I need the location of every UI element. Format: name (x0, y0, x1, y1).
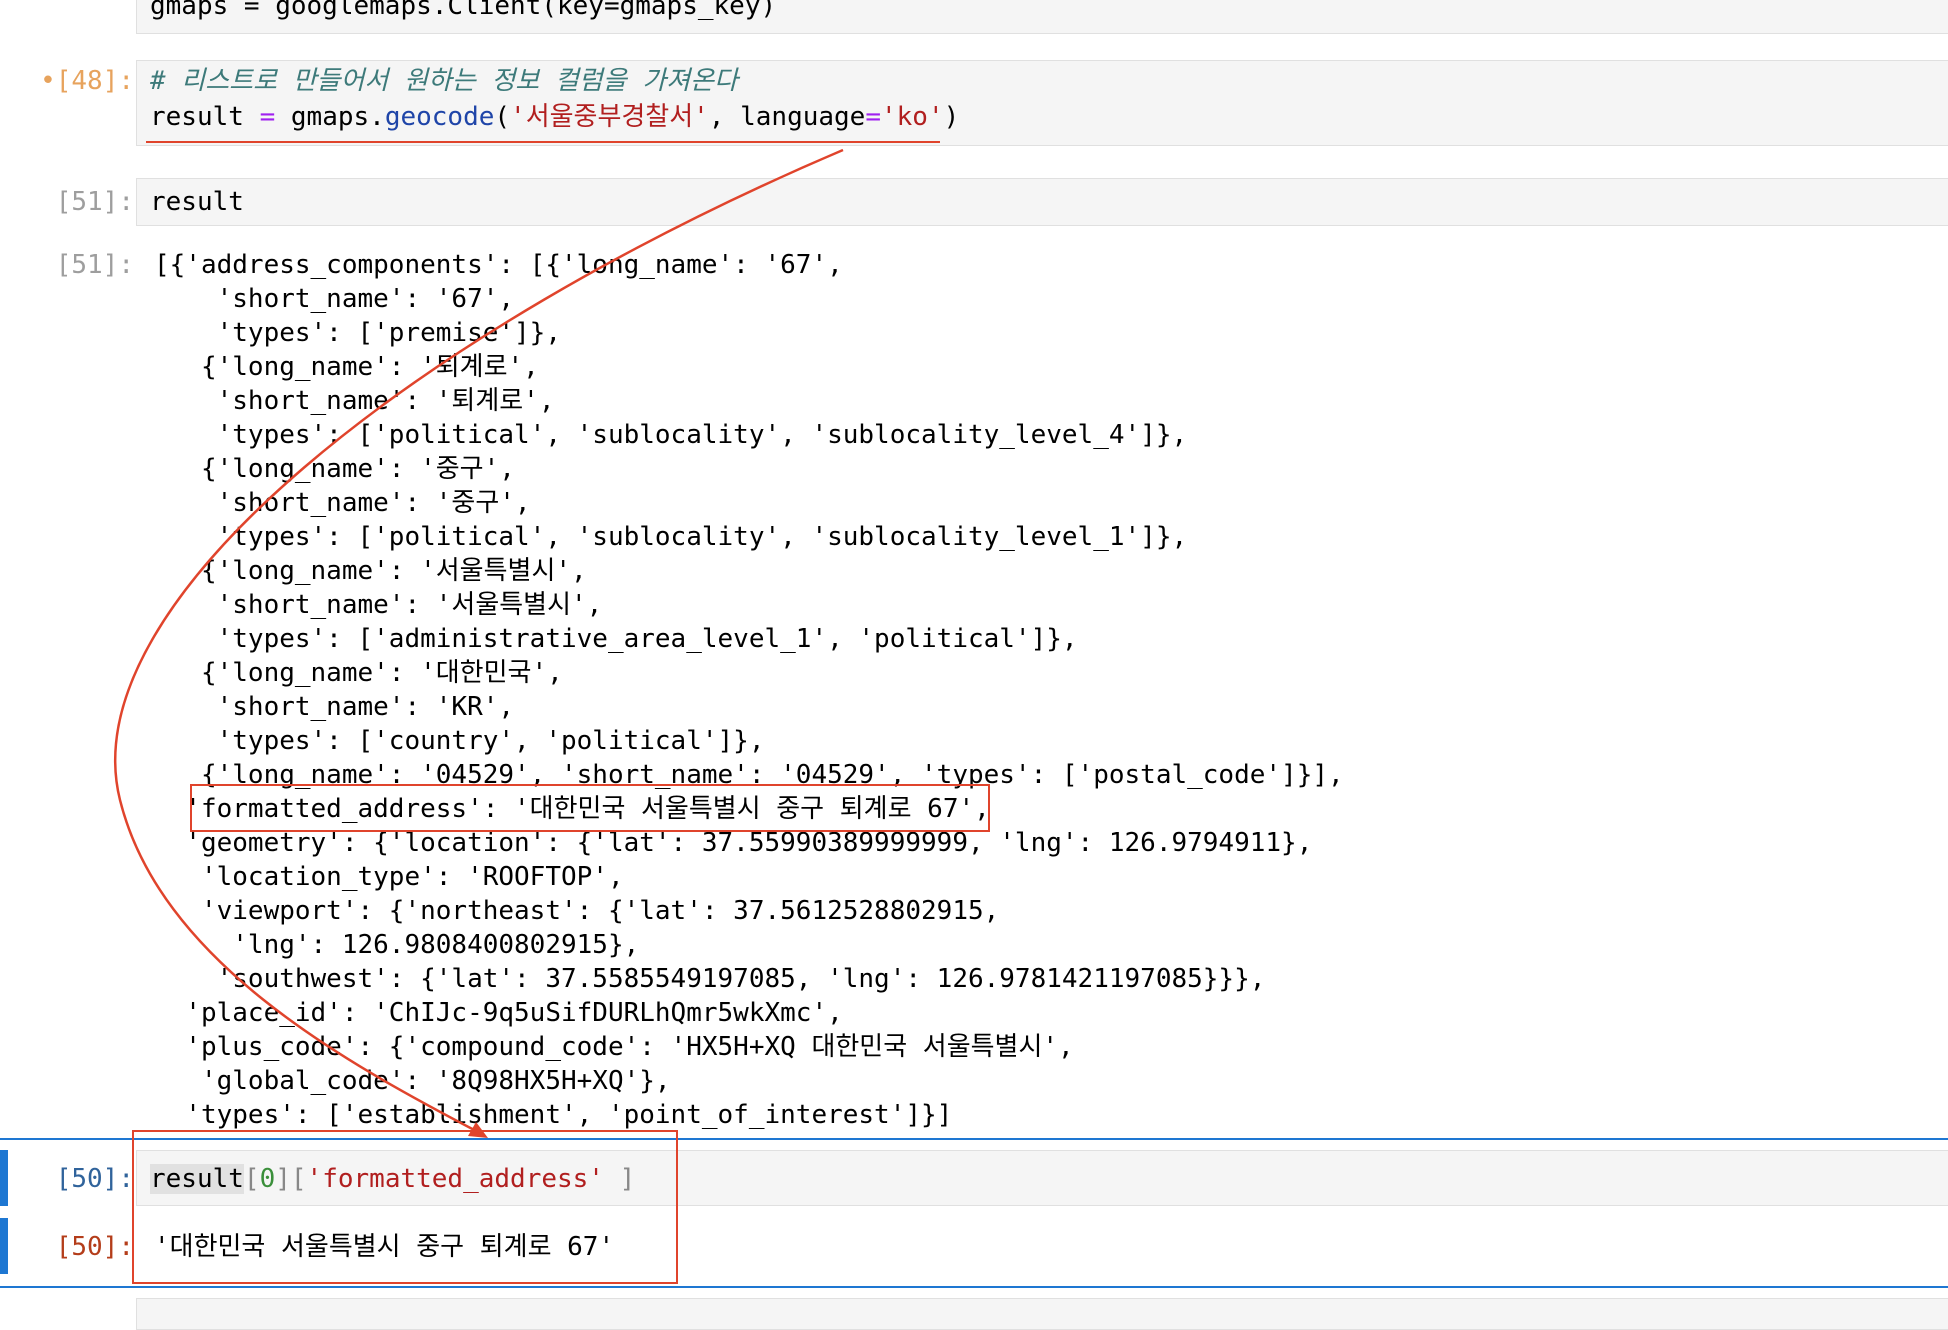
cell-51-out: [51]: [{'address_components': [{'long_na… (0, 248, 1948, 1130)
cell-50-out-selection-bar (0, 1218, 8, 1274)
annotation-underline (146, 141, 940, 143)
cell-48-comment: # 리스트로 만들어서 원하는 정보 컬럼을 가져온다 (150, 66, 738, 96)
output-line: 'plus_code': {'compound_code': 'HX5H+XQ … (154, 1032, 1074, 1062)
selection-bottom-line (0, 1286, 1948, 1288)
cell-51-input[interactable] (136, 178, 1948, 226)
top-code-line: gmaps = googlemaps.Client(key=gmaps_key) (150, 0, 777, 21)
annotation-box-formatted-address (190, 784, 990, 832)
output-line: 'short_name': '서울특별시', (154, 590, 603, 620)
cell-48[interactable]: •[48]: # 리스트로 만들어서 원하는 정보 컬럼을 가져온다 resul… (0, 60, 1948, 146)
output-line: 'viewport': {'northeast': {'lat': 37.561… (154, 896, 1000, 926)
cell-50-selection-bar (0, 1150, 8, 1206)
cell-51-in-prompt: [51]: (55, 187, 134, 217)
output-line: 'short_name': '67', (154, 284, 515, 314)
output-line: {'long_name': '서울특별시', (154, 556, 587, 586)
cell-50-in-prompt: [50]: (55, 1164, 134, 1194)
output-line: 'location_type': 'ROOFTOP', (154, 862, 624, 892)
output-line: 'types': ['country', 'political']}, (154, 726, 765, 756)
output-line: 'global_code': '8Q98HX5H+XQ'}, (154, 1066, 671, 1096)
output-line: {'long_name': '퇴계로', (154, 352, 539, 382)
output-line: 'types': ['political', 'sublocality', 's… (154, 420, 1188, 450)
top-code-cell[interactable]: gmaps = googlemaps.Client(key=gmaps_key) (0, 0, 1948, 34)
output-line: {'long_name': '중구', (154, 454, 515, 484)
output-line: 'short_name': 'KR', (154, 692, 515, 722)
cell-51-out-prompt: [51]: (55, 250, 134, 280)
output-line: 'types': ['political', 'sublocality', 's… (154, 522, 1188, 552)
output-line: 'types': ['administrative_area_level_1',… (154, 624, 1078, 654)
output-line: 'short_name': '퇴계로', (154, 386, 555, 416)
output-line: 'types': ['establishment', 'point_of_int… (154, 1100, 953, 1130)
output-line: 'types': ['premise']}, (154, 318, 561, 348)
next-cell-input[interactable] (136, 1298, 1948, 1330)
cell-51-in[interactable]: [51]: result (0, 178, 1948, 226)
cell-50-out-prompt: [50]: (55, 1232, 134, 1262)
cell-48-prompt: •[48]: (40, 66, 134, 96)
cell-48-code: result = gmaps.geocode('서울중부경찰서', langua… (150, 102, 960, 132)
output-line: [{'address_components': [{'long_name': '… (154, 250, 843, 280)
output-line: 'short_name': '중구', (154, 488, 531, 518)
output-line: {'long_name': '대한민국', (154, 658, 563, 688)
cell-51-code: result (150, 187, 244, 217)
output-line: 'place_id': 'ChIJc-9q5uSifDURLhQmr5wkXmc… (154, 998, 843, 1028)
annotation-box-result-cell (132, 1130, 678, 1284)
output-line: 'southwest': {'lat': 37.5585549197085, '… (154, 964, 1266, 994)
output-line: 'lng': 126.9808400802915}, (154, 930, 640, 960)
